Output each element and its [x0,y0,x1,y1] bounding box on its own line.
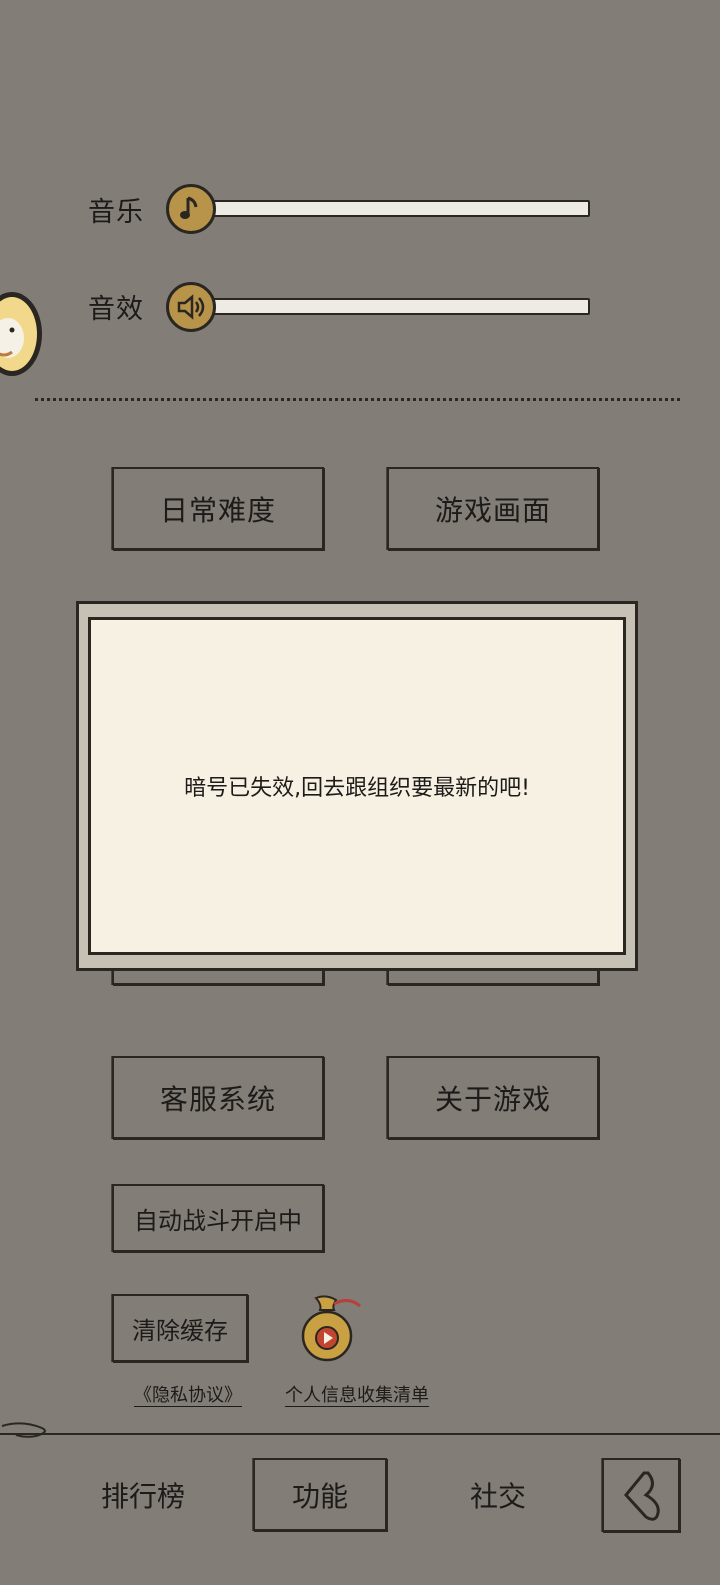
clear-cache-button[interactable]: 清除缓存 [112,1294,248,1362]
lucky-bag-video-icon [301,1295,361,1362]
side-avatar[interactable] [0,290,44,378]
tab-functions[interactable]: 功能 [253,1458,387,1531]
bottom-nav-divider [0,1433,720,1435]
tab-social[interactable]: 社交 [448,1470,548,1520]
privacy-link[interactable]: 《隐私协议》 [134,1381,242,1407]
sfx-slider-track[interactable] [208,298,590,315]
about-game-button[interactable]: 关于游戏 [387,1056,599,1139]
music-slider-knob[interactable] [166,184,216,234]
sfx-slider-knob[interactable] [166,282,216,332]
daily-difficulty-button[interactable]: 日常难度 [112,467,324,550]
music-label: 音乐 [88,197,144,228]
tab-rankings[interactable]: 排行榜 [88,1470,198,1520]
sfx-label: 音效 [88,294,144,325]
back-button[interactable] [602,1458,680,1532]
speaker-icon [177,294,205,320]
auto-battle-button[interactable]: 自动战斗开启中 [112,1184,324,1252]
lucky-bag-button[interactable] [290,1292,366,1364]
customer-service-button[interactable]: 客服系统 [112,1056,324,1139]
back-arrow-icon [624,1471,660,1521]
game-display-button[interactable]: 游戏画面 [387,467,599,550]
info-collection-link[interactable]: 个人信息收集清单 [285,1381,429,1407]
section-divider [35,398,680,401]
music-note-icon [180,196,198,219]
ink-swirl-decoration [1,1422,46,1438]
dialog-message: 暗号已失效,回去跟组织要最新的吧! [88,617,626,955]
chick-avatar-icon [0,292,42,376]
music-slider-track[interactable] [208,200,590,217]
